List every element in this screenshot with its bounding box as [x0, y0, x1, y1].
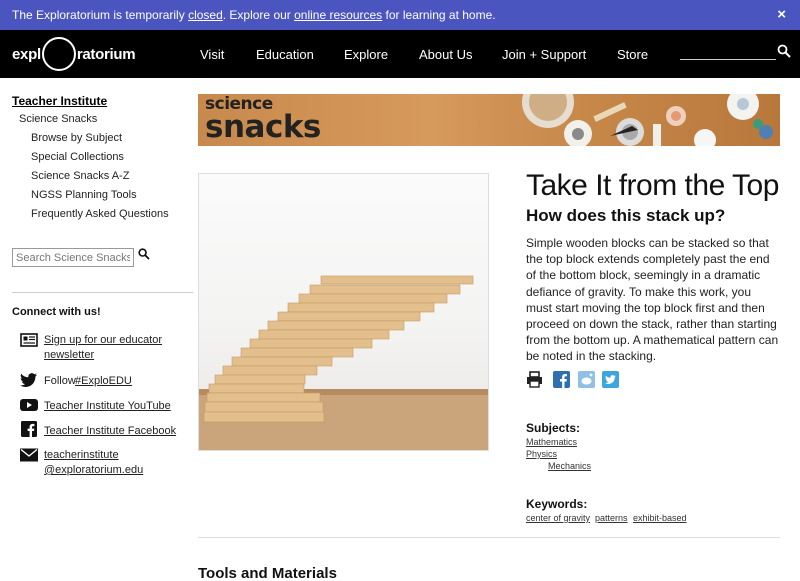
- newsletter-icon: [20, 333, 38, 347]
- newsletter-signup-link[interactable]: Sign up for our educator: [44, 333, 162, 348]
- sidebar-item-science-snacks[interactable]: Science Snacks: [19, 113, 97, 125]
- reddit-share-icon[interactable]: [578, 371, 595, 388]
- newsletter-signup-link-line2[interactable]: newsletter: [44, 348, 94, 363]
- youtube-link[interactable]: Teacher Institute YouTube: [44, 399, 171, 414]
- sidebar-title-teacher-institute[interactable]: Teacher Institute: [12, 94, 107, 108]
- nav-visit[interactable]: Visit: [200, 30, 224, 78]
- print-icon[interactable]: [526, 371, 543, 388]
- exploratorium-logo[interactable]: expl ratorium: [12, 36, 136, 72]
- tools-and-materials-heading: Tools and Materials: [198, 565, 337, 581]
- twitter-share-icon[interactable]: [602, 371, 619, 388]
- sidebar-item-ngss-planning-tools[interactable]: NGSS Planning Tools: [31, 189, 137, 201]
- science-snacks-search-input[interactable]: [12, 248, 134, 267]
- subject-link-mathematics[interactable]: Mathematics: [526, 437, 577, 447]
- main-nav: expl ratorium Visit Education Explore Ab…: [0, 30, 800, 78]
- nav-store[interactable]: Store: [617, 30, 648, 78]
- keyword-link-exhibit-based[interactable]: exhibit-based: [633, 513, 687, 523]
- science-snacks-banner[interactable]: science snacks: [198, 94, 780, 146]
- nav-join-support[interactable]: Join + Support: [502, 30, 586, 78]
- notice-banner: The Exploratorium is temporarily closed.…: [0, 0, 800, 30]
- sidebar-item-faq[interactable]: Frequently Asked Questions: [31, 208, 169, 220]
- twitter-icon: [20, 373, 37, 387]
- connect-title: Connect with us!: [12, 306, 101, 318]
- subject-link-mechanics[interactable]: Mechanics: [548, 461, 591, 471]
- youtube-icon: [20, 399, 38, 411]
- banner-word-snacks: snacks: [205, 109, 321, 145]
- notice-prefix: The Exploratorium is temporarily: [12, 8, 189, 22]
- close-icon[interactable]: ×: [777, 0, 786, 30]
- facebook-link[interactable]: Teacher Institute Facebook: [44, 424, 176, 439]
- facebook-icon: [21, 421, 37, 437]
- subject-link-physics[interactable]: Physics: [526, 449, 557, 459]
- subjects-label: Subjects:: [526, 421, 581, 435]
- email-link-line2[interactable]: @exploratorium.edu: [44, 463, 143, 478]
- keywords-label: Keywords:: [526, 497, 588, 511]
- keyword-link-center-of-gravity[interactable]: center of gravity: [526, 513, 590, 523]
- logo-ring: [41, 37, 76, 71]
- notice-middle: . Explore our: [222, 8, 295, 22]
- section-divider: [198, 537, 780, 538]
- email-link[interactable]: teacherinstitute: [44, 448, 119, 463]
- nav-about-us[interactable]: About Us: [419, 30, 472, 78]
- follow-prefix: Follow: [44, 375, 76, 387]
- keyword-link-patterns[interactable]: patterns: [595, 513, 628, 523]
- sidebar-item-browse-by-subject[interactable]: Browse by Subject: [31, 132, 122, 144]
- nav-search-field[interactable]: [680, 59, 776, 60]
- sidebar-search-icon[interactable]: [138, 248, 150, 260]
- stacked-blocks-photo: [198, 173, 489, 451]
- sidebar-divider: [12, 292, 193, 293]
- article-description: Simple wooden blocks can be stacked so t…: [526, 236, 779, 364]
- sidebar-item-snacks-a-z[interactable]: Science Snacks A-Z: [31, 170, 129, 182]
- sidebar-item-special-collections[interactable]: Special Collections: [31, 151, 124, 163]
- closed-link[interactable]: closed: [188, 8, 223, 22]
- logo-text-right: ratorium: [76, 45, 136, 63]
- search-icon[interactable]: [777, 44, 791, 58]
- logo-text-left: expl: [12, 45, 41, 63]
- notice-suffix: for learning at home.: [382, 8, 496, 22]
- email-icon: [20, 448, 38, 462]
- nav-explore[interactable]: Explore: [344, 30, 388, 78]
- online-resources-link[interactable]: online resources: [294, 8, 382, 22]
- facebook-share-icon[interactable]: [553, 371, 570, 388]
- twitter-hashtag-link[interactable]: #ExploEDU: [75, 374, 132, 389]
- page-title: Take It from the Top: [526, 169, 779, 202]
- nav-education[interactable]: Education: [256, 30, 314, 78]
- page-subtitle: How does this stack up?: [526, 206, 726, 225]
